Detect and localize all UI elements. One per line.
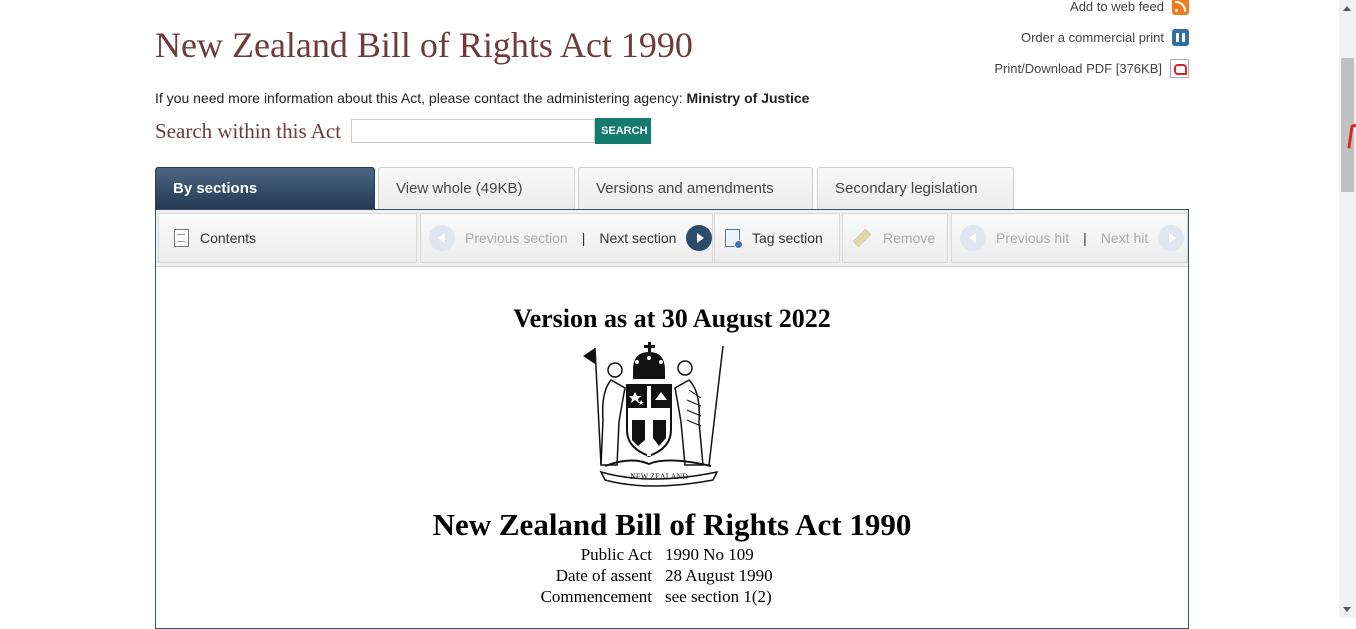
contact-text: If you need more information about this … <box>155 90 683 106</box>
meta-row: Public Act 1990 No 109 <box>156 545 1188 566</box>
next-arrow-icon[interactable] <box>686 225 713 251</box>
scroll-down-icon[interactable] <box>1343 607 1351 612</box>
section-navigation: Previous section | Next section <box>420 213 713 263</box>
section-toolbar: Contents Previous section | Next section… <box>156 210 1188 267</box>
agency-contact-note: If you need more information about this … <box>155 90 809 106</box>
crest-motto: NEW ZEALAND <box>630 472 688 481</box>
tab-versions-and-amendments[interactable]: Versions and amendments <box>578 167 813 209</box>
content-panel: Contents Previous section | Next section… <box>155 209 1189 629</box>
previous-arrow-icon <box>429 225 455 251</box>
previous-hit-button[interactable]: Previous hit <box>996 230 1069 246</box>
commercial-print-label: Order a commercial print <box>1020 29 1164 45</box>
coat-of-arms-icon: NEW ZEALAND <box>583 342 724 487</box>
add-to-web-feed-link[interactable]: Add to web feed <box>1070 0 1189 16</box>
version-heading: Version as at 30 August 2022 <box>513 304 831 333</box>
tag-icon <box>725 229 743 249</box>
act-metadata: Public Act 1990 No 109 Date of assent 28… <box>156 545 1188 608</box>
search-bar: Search within this Act SEARCH <box>155 118 652 144</box>
meta-value: 1990 No 109 <box>665 545 754 564</box>
page-scrollbar[interactable] <box>1339 0 1356 618</box>
previous-section-button[interactable]: Previous section <box>465 230 568 246</box>
pencil-icon <box>852 228 872 248</box>
web-feed-label: Add to web feed <box>1070 0 1164 14</box>
print-download-pdf-link[interactable]: Print/Download PDF [376KB] <box>994 58 1189 78</box>
search-input[interactable] <box>351 119 596 143</box>
remove-button[interactable]: Remove <box>842 213 948 263</box>
next-hit-arrow-icon[interactable] <box>1158 225 1185 251</box>
document-icon <box>174 229 189 247</box>
order-commercial-print-link[interactable]: Order a commercial print <box>1021 27 1189 47</box>
act-title: New Zealand Bill of Rights Act 1990 <box>432 507 912 542</box>
tab-view-whole[interactable]: View whole (49KB) <box>378 167 575 209</box>
remove-label: Remove <box>883 230 936 246</box>
tag-section-button[interactable]: Tag section <box>714 213 840 263</box>
tab-by-sections[interactable]: By sections <box>155 167 375 209</box>
search-label: Search within this Act <box>155 118 342 143</box>
meta-label: Public Act <box>580 545 652 564</box>
nav-separator: | <box>581 230 586 246</box>
previous-hit-arrow-icon <box>960 225 986 251</box>
next-hit-button[interactable]: Next hit <box>1101 230 1148 246</box>
meta-label: Commencement <box>540 587 652 606</box>
next-section-button[interactable]: Next section <box>599 230 676 246</box>
tab-secondary-legislation[interactable]: Secondary legislation <box>817 167 1014 209</box>
pdf-icon <box>1170 58 1189 78</box>
scroll-up-icon[interactable] <box>1343 6 1351 11</box>
meta-row: Commencement see section 1(2) <box>156 587 1188 608</box>
agency-link[interactable]: Ministry of Justice <box>687 90 810 106</box>
pdf-label: Print/Download PDF [376KB] <box>994 60 1162 76</box>
page-title: New Zealand Bill of Rights Act 1990 <box>155 25 693 65</box>
search-button[interactable]: SEARCH <box>595 118 652 144</box>
tag-section-label: Tag section <box>752 230 823 246</box>
meta-value: 28 August 1990 <box>665 566 773 585</box>
contents-button[interactable]: Contents <box>158 213 417 263</box>
rss-icon <box>1172 0 1189 15</box>
meta-row: Date of assent 28 August 1990 <box>156 566 1188 587</box>
book-icon <box>1172 28 1189 46</box>
hit-separator: | <box>1083 230 1087 246</box>
meta-value[interactable]: see section 1(2) <box>665 587 772 607</box>
contents-label: Contents <box>200 230 257 246</box>
meta-label: Date of assent <box>555 566 652 585</box>
hit-navigation: Previous hit | Next hit <box>951 213 1188 263</box>
